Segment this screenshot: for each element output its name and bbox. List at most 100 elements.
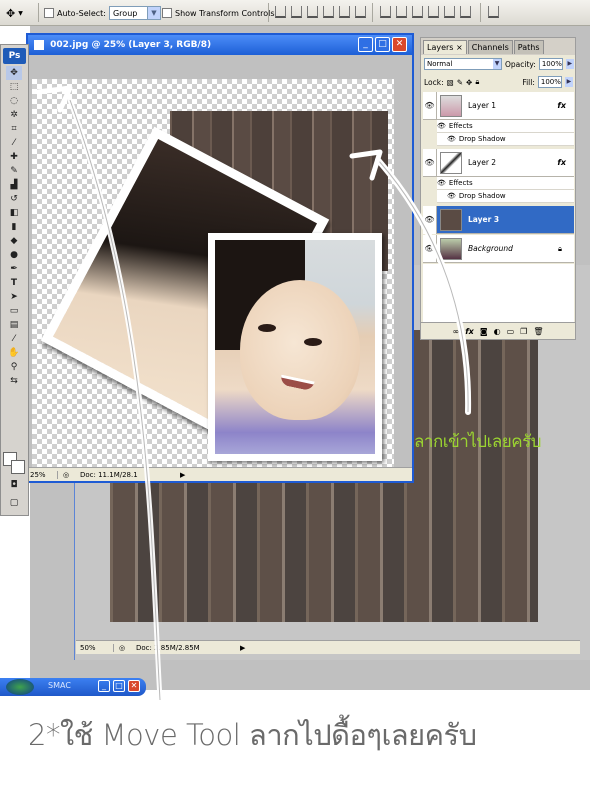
align-left-icon[interactable] bbox=[323, 6, 334, 18]
notes-tool-icon[interactable]: ▤ bbox=[6, 318, 22, 332]
effect-eye-icon[interactable]: 👁︎ bbox=[447, 192, 456, 200]
status-arrow-icon[interactable]: ▶ bbox=[240, 644, 245, 652]
history-brush-tool-icon[interactable]: ↺ bbox=[6, 192, 22, 206]
align-hcenter-icon[interactable] bbox=[339, 6, 350, 18]
distribute-right-icon[interactable] bbox=[460, 6, 471, 18]
visibility-eye-icon[interactable]: 👁︎ bbox=[423, 91, 437, 120]
distribute-hcenter-icon[interactable] bbox=[444, 6, 455, 18]
layer-row-2[interactable]: 👁︎ Layer 2 fx bbox=[423, 148, 574, 177]
opacity-arrow-icon[interactable]: ▶ bbox=[565, 59, 574, 69]
maximize-button[interactable]: □ bbox=[375, 37, 390, 52]
healing-tool-icon[interactable]: ✚ bbox=[6, 150, 22, 164]
girl-photo[interactable] bbox=[208, 233, 382, 461]
lock-all-icon[interactable]: 🔒︎ bbox=[475, 77, 479, 87]
auto-align-icon[interactable] bbox=[488, 6, 499, 18]
lock-image-icon[interactable]: ✎ bbox=[457, 78, 463, 87]
minimize-button[interactable]: _ bbox=[358, 37, 373, 52]
document-window-front[interactable]: 002.jpg @ 25% (Layer 3, RGB/8) _ □ ✕ 25%… bbox=[26, 33, 414, 483]
magic-wand-tool-icon[interactable]: ✲ bbox=[6, 108, 22, 122]
drop-shadow-row[interactable]: 👁︎ Drop Shadow bbox=[437, 190, 574, 203]
zoom-tool-icon[interactable]: ⚲ bbox=[6, 360, 22, 374]
distribute-top-icon[interactable] bbox=[380, 6, 391, 18]
taskbar-window[interactable]: SMAC _ □ ✕ bbox=[0, 678, 146, 696]
align-vcenter-icon[interactable] bbox=[291, 6, 302, 18]
align-top-icon[interactable] bbox=[275, 6, 286, 18]
distribute-vcenter-icon[interactable] bbox=[396, 6, 407, 18]
eraser-tool-icon[interactable]: ◧ bbox=[6, 206, 22, 220]
quick-mask-icon[interactable]: ◘ bbox=[6, 478, 22, 492]
close-button[interactable]: ✕ bbox=[392, 37, 407, 52]
lasso-tool-icon[interactable]: ◌ bbox=[6, 94, 22, 108]
fx-icon[interactable]: fx bbox=[557, 158, 566, 167]
zoom-level[interactable]: 50% bbox=[76, 643, 114, 652]
lock-transparency-icon[interactable]: ▧ bbox=[447, 78, 454, 87]
move-tool-preset[interactable]: ✥ ▼ bbox=[6, 5, 23, 21]
gradient-tool-icon[interactable]: ▮ bbox=[6, 220, 22, 234]
tab-channels[interactable]: Channels bbox=[467, 40, 513, 54]
link-layers-icon[interactable]: ∞ bbox=[453, 327, 460, 336]
fill-arrow-icon[interactable]: ▶ bbox=[564, 77, 573, 87]
auto-select-checkbox[interactable] bbox=[44, 8, 54, 18]
zoom-level[interactable]: 25% bbox=[28, 470, 58, 479]
layer-style-icon[interactable]: fx bbox=[465, 327, 474, 336]
info-icon[interactable]: ◎ bbox=[58, 471, 74, 479]
new-group-icon[interactable]: ▭ bbox=[507, 327, 515, 336]
delete-layer-icon[interactable]: 🗑︎ bbox=[533, 327, 543, 336]
effect-eye-icon[interactable]: 👁︎ bbox=[447, 135, 456, 143]
layer-name: Layer 1 bbox=[468, 101, 497, 110]
eyedropper-tool-icon[interactable]: ⁄ bbox=[6, 136, 22, 150]
swap-colors-icon[interactable]: ⇆ bbox=[6, 374, 22, 388]
show-transform-checkbox[interactable] bbox=[162, 8, 172, 18]
drop-shadow-row[interactable]: 👁︎ Drop Shadow bbox=[437, 133, 574, 146]
layer-row-background[interactable]: 👁︎ Background 🔒︎ bbox=[423, 234, 574, 263]
visibility-eye-icon[interactable]: 👁︎ bbox=[423, 205, 437, 234]
new-layer-icon[interactable]: ❐ bbox=[520, 327, 527, 336]
align-right-icon[interactable] bbox=[355, 6, 366, 18]
info-icon[interactable]: ◎ bbox=[114, 644, 130, 652]
dodge-tool-icon[interactable]: ● bbox=[6, 248, 22, 262]
status-arrow-icon[interactable]: ▶ bbox=[180, 471, 185, 479]
layer-mask-icon[interactable]: ◙ bbox=[480, 327, 488, 336]
move-tool-icon[interactable]: ✥ bbox=[6, 66, 22, 80]
fill-input[interactable]: 100% bbox=[537, 76, 562, 88]
tab-paths[interactable]: Paths bbox=[513, 40, 544, 54]
lock-position-icon[interactable]: ✥ bbox=[466, 78, 472, 87]
opacity-input[interactable]: 100% bbox=[538, 58, 563, 70]
blend-mode-select[interactable]: Normal ▼ bbox=[424, 58, 502, 70]
window-titlebar[interactable]: 002.jpg @ 25% (Layer 3, RGB/8) bbox=[28, 35, 412, 55]
maximize-button[interactable]: □ bbox=[113, 680, 125, 692]
path-selection-tool-icon[interactable]: ➤ bbox=[6, 290, 22, 304]
effects-row[interactable]: 👁︎ Effects bbox=[437, 120, 574, 133]
effects-row[interactable]: 👁︎ Effects bbox=[437, 177, 574, 190]
blur-tool-icon[interactable]: ◆ bbox=[6, 234, 22, 248]
close-button[interactable]: ✕ bbox=[128, 680, 140, 692]
auto-select-dropdown[interactable]: Group ▼ bbox=[108, 6, 161, 20]
visibility-eye-icon[interactable]: 👁︎ bbox=[423, 148, 437, 177]
background-color-swatch[interactable] bbox=[11, 460, 25, 474]
crop-tool-icon[interactable]: ⌗ bbox=[6, 122, 22, 136]
effect-eye-icon[interactable]: 👁︎ bbox=[437, 122, 446, 130]
shape-tool-icon[interactable]: ▭ bbox=[6, 304, 22, 318]
layer-row-3[interactable]: 👁︎ Layer 3 bbox=[423, 205, 574, 234]
distribute-buttons[interactable] bbox=[380, 6, 471, 18]
minimize-button[interactable]: _ bbox=[98, 680, 110, 692]
align-bottom-icon[interactable] bbox=[307, 6, 318, 18]
tab-layers[interactable]: Layers × bbox=[423, 40, 467, 54]
effect-eye-icon[interactable]: 👁︎ bbox=[437, 179, 446, 187]
distribute-left-icon[interactable] bbox=[428, 6, 439, 18]
brush-tool-icon[interactable]: ✎ bbox=[6, 164, 22, 178]
visibility-eye-icon[interactable]: 👁︎ bbox=[423, 234, 437, 263]
eyedropper2-tool-icon[interactable]: ⁄ bbox=[6, 332, 22, 346]
marquee-tool-icon[interactable]: ⬚ bbox=[6, 80, 22, 94]
screen-mode-icon[interactable]: ▢ bbox=[6, 496, 22, 510]
distribute-bottom-icon[interactable] bbox=[412, 6, 423, 18]
hand-tool-icon[interactable]: ✋ bbox=[6, 346, 22, 360]
adjustment-layer-icon[interactable]: ◐ bbox=[494, 327, 501, 336]
auto-align-button[interactable] bbox=[488, 6, 499, 18]
layer-row-1[interactable]: 👁︎ Layer 1 fx bbox=[423, 91, 574, 120]
type-tool-icon[interactable]: T bbox=[6, 276, 22, 290]
pen-tool-icon[interactable]: ✒ bbox=[6, 262, 22, 276]
fx-icon[interactable]: fx bbox=[557, 101, 566, 110]
align-buttons[interactable] bbox=[275, 6, 366, 18]
clone-stamp-tool-icon[interactable]: ▟ bbox=[6, 178, 22, 192]
